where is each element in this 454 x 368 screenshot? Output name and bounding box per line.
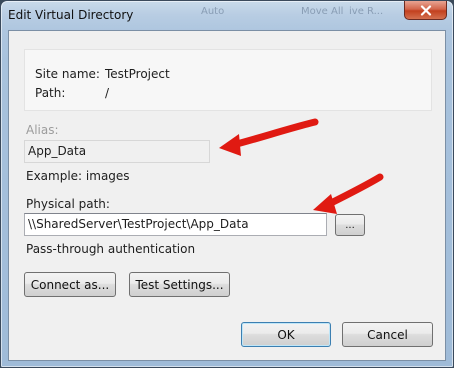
cancel-button[interactable]: Cancel	[342, 322, 433, 347]
path-label: Path:	[35, 86, 66, 100]
connect-as-button[interactable]: Connect as...	[24, 272, 116, 297]
title-bar[interactable]: Edit Virtual Directory Auto Move All ive…	[1, 1, 453, 29]
alias-label: Alias:	[26, 123, 59, 137]
path-value: /	[105, 86, 110, 100]
dialog-title: Edit Virtual Directory	[8, 8, 134, 22]
site-name-label: Site name:	[35, 67, 100, 81]
pass-through-auth-label: Pass-through authentication	[26, 242, 196, 256]
physical-path-label: Physical path:	[26, 197, 110, 211]
close-button[interactable]	[404, 1, 447, 20]
test-settings-button[interactable]: Test Settings...	[129, 272, 230, 297]
alias-example: Example: images	[26, 169, 130, 183]
background-ghost-text: Move All	[301, 6, 344, 17]
close-icon	[420, 4, 431, 16]
annotation-arrow-physical-path	[313, 173, 384, 214]
site-name-value: TestProject	[105, 67, 170, 81]
background-ghost-text: ive R...	[349, 6, 384, 17]
physical-path-input[interactable]: \\SharedServer\TestProject\App_Data	[24, 213, 327, 236]
alias-field[interactable]: App_Data	[24, 140, 210, 163]
site-info-panel: Site name: TestProject Path: /	[24, 49, 432, 111]
annotation-arrow-alias	[219, 118, 319, 156]
ok-button[interactable]: OK	[241, 322, 331, 347]
background-ghost-text: Auto	[201, 6, 225, 17]
